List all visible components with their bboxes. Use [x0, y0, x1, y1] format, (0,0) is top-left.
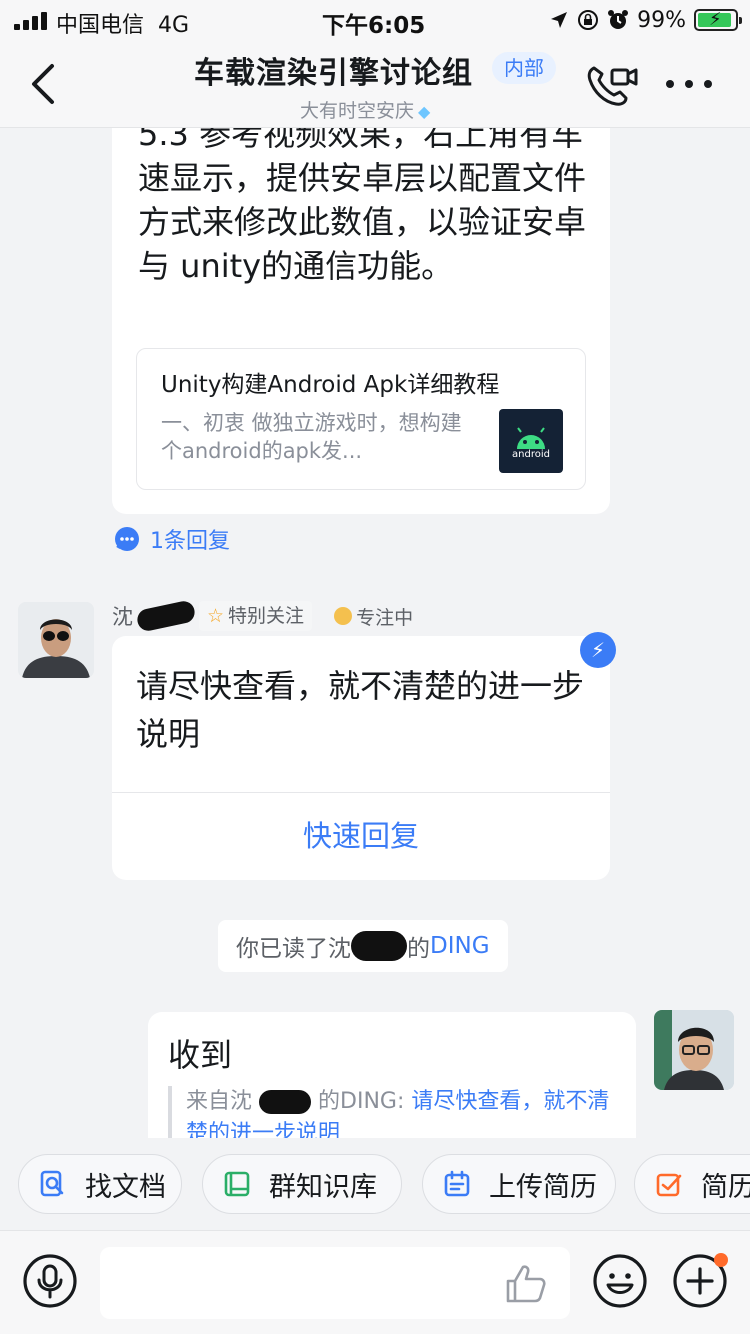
android-thumbnail: android [499, 409, 563, 473]
ding-message-card[interactable]: 请尽快查看，就不清楚的进一步说明 快速回复 [112, 636, 610, 880]
carrier-label: 中国电信 4G [56, 13, 190, 38]
chip-label: 群知识库 [269, 1171, 377, 1203]
doc-search-icon [40, 1170, 64, 1197]
input-bar [0, 1230, 750, 1334]
link-preview-card[interactable]: Unity构建Android Apk详细教程 一、初衷 做独立游戏时，想构建个a… [136, 348, 586, 490]
battery-icon: ⚡ [694, 9, 742, 31]
group-knowledge-button[interactable]: 群知识库 [202, 1154, 402, 1214]
avatar[interactable] [18, 602, 94, 678]
nav-bar: 车载渲染引擎讨论组 内部 大有时空安庆 ◆ [0, 40, 750, 128]
checkbox-icon [656, 1173, 682, 1197]
find-doc-button[interactable]: 找文档 [18, 1154, 182, 1214]
video-call-icon[interactable] [586, 62, 638, 108]
message-text: 5.3 参考视频效果，右上角有车速显示，提供安卓层以配置文件方式来修改此数值，以… [138, 128, 587, 285]
status-bar: 中国电信 4G 下午6:05 99% ⚡ [0, 0, 750, 40]
back-icon[interactable] [24, 60, 68, 108]
ding-message-text: 请尽快查看，就不清楚的进一步说明 [136, 667, 585, 753]
signal-icon [14, 12, 48, 30]
link-title: Unity构建Android Apk详细教程 [161, 372, 500, 398]
sender-info: 沈 ☆ 特别关注 专注中 [112, 599, 413, 633]
chip-label: 找文档 [85, 1171, 166, 1203]
clock: 下午6:05 [322, 13, 426, 39]
reply-bubble-icon [115, 527, 139, 551]
special-follow-tag: ☆ 特别关注 [199, 601, 313, 631]
rotation-lock-icon [578, 10, 599, 30]
emoji-icon[interactable] [592, 1253, 648, 1309]
reply-count: 1条回复 [150, 529, 230, 554]
calendar-icon [444, 1170, 470, 1197]
alarm-icon [608, 10, 629, 29]
more-icon[interactable] [666, 76, 712, 92]
status-icons: 99% ⚡ [549, 6, 742, 34]
message-text: 收到 [168, 1036, 233, 1074]
ding-link[interactable]: DING [430, 933, 490, 959]
resume-button[interactable]: 简历 [634, 1154, 750, 1214]
message-input[interactable] [100, 1247, 570, 1319]
redaction-mark [259, 1090, 312, 1114]
focus-status: 专注中 [334, 603, 413, 630]
thread-reply-link[interactable]: 1条回复 [114, 524, 230, 554]
quick-reply-button[interactable]: 快速回复 [112, 792, 610, 880]
my-avatar[interactable] [654, 1010, 734, 1090]
focus-emoji-icon [334, 607, 353, 625]
sender-name: 沈 [112, 605, 133, 629]
redaction-mark [135, 599, 197, 633]
avatar-photo [654, 1010, 734, 1090]
chat-area[interactable]: 5.3 参考视频效果，右上角有车速显示，提供安卓层以配置文件方式来修改此数值，以… [0, 128, 750, 1138]
my-message-bubble[interactable]: 收到 来自沈 的DING: 请尽快查看，就不清楚的进一步说明 [148, 1012, 636, 1138]
diamond-icon: ◆ [418, 102, 431, 121]
star-icon: ☆ [207, 605, 225, 627]
internal-badge: 内部 [492, 52, 556, 84]
quick-tools-bar: 找文档 群知识库 上传简历 简历 [0, 1138, 750, 1230]
avatar-photo [18, 602, 94, 678]
read-notice: 你已读了沈 的 DING [218, 920, 508, 972]
message-bubble[interactable]: 5.3 参考视频效果，右上角有车速显示，提供安卓层以配置文件方式来修改此数值，以… [112, 128, 610, 514]
android-label: android [512, 449, 550, 460]
thumbs-up-icon[interactable] [504, 1263, 548, 1305]
battery-percent: 99% [637, 7, 686, 33]
location-icon [551, 12, 568, 28]
notification-dot [714, 1253, 728, 1267]
redaction-mark [351, 931, 407, 961]
chip-label: 上传简历 [489, 1171, 597, 1203]
chip-label: 简历 [701, 1171, 750, 1203]
quoted-ding[interactable]: 来自沈 的DING: 请尽快查看，就不清楚的进一步说明 [168, 1086, 618, 1138]
lightning-icon: ⚡ [580, 632, 616, 668]
link-description: 一、初衷 做独立游戏时，想构建个android的apk发... [161, 411, 462, 463]
microphone-icon[interactable] [22, 1253, 78, 1309]
group-title: 车载渲染引擎讨论组 [194, 56, 473, 91]
book-icon [224, 1171, 250, 1197]
upload-resume-button[interactable]: 上传简历 [422, 1154, 616, 1214]
organization-label: 大有时空安庆 ◆ [300, 100, 431, 122]
